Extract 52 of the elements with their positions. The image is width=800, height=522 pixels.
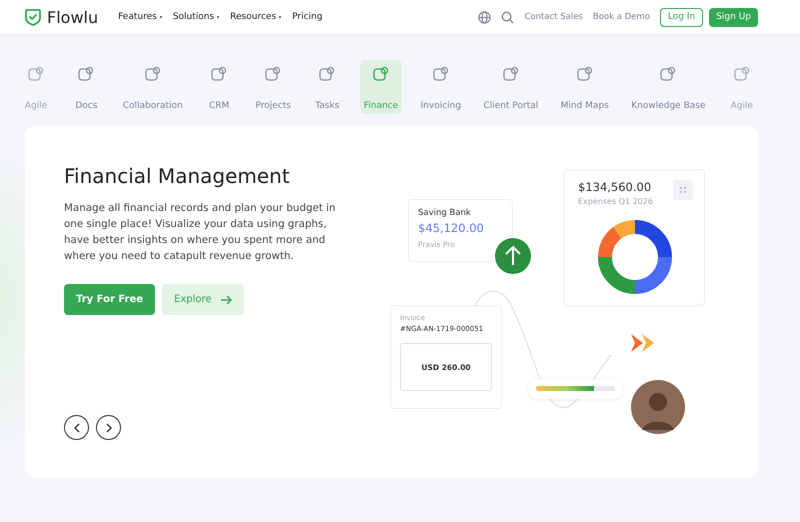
bank-amount: $45,120.00 <box>418 221 485 235</box>
app-icon <box>318 65 336 83</box>
contact-sales-link[interactable]: Contact Sales <box>524 12 583 22</box>
double-arrow-icon <box>631 334 655 352</box>
expenses-amount: $134,560.00 <box>578 180 652 194</box>
module-tab[interactable]: Client Portal <box>479 60 542 114</box>
next-button[interactable] <box>96 415 121 440</box>
previous-button[interactable] <box>64 415 89 440</box>
app-icon <box>432 65 450 83</box>
module-tab[interactable]: Tasks <box>309 60 346 114</box>
module-tab[interactable]: Mind Maps <box>556 60 613 114</box>
nav-link[interactable]: Features <box>118 12 162 22</box>
module-tab[interactable]: Projects <box>251 60 295 114</box>
nav-link[interactable]: Solutions <box>172 12 220 22</box>
app-icon <box>502 65 520 83</box>
search-icon[interactable] <box>501 10 514 24</box>
module-tab[interactable]: Docs <box>68 60 104 114</box>
module-tab[interactable]: Invoicing <box>416 60 466 114</box>
nav-link[interactable]: Pricing <box>292 12 322 22</box>
login-button[interactable]: Log In <box>660 8 704 26</box>
avatar-photo-placeholder <box>631 380 685 434</box>
app-icon <box>210 65 228 83</box>
grid-dots-icon[interactable] <box>673 180 693 200</box>
module-tab[interactable]: Agile <box>18 60 54 114</box>
app-icon <box>264 65 282 83</box>
book-demo-link[interactable]: Book a Demo <box>592 12 650 22</box>
logo-text[interactable]: Flowlu <box>47 8 98 26</box>
module-tab[interactable]: Finance <box>360 60 402 114</box>
module-tab[interactable]: Knowledge Base <box>627 60 710 114</box>
module-tab[interactable]: Collaboration <box>118 60 187 114</box>
try-free-button[interactable]: Try For Free <box>64 284 156 315</box>
bank-name: Saving Bank <box>418 208 472 218</box>
globe-icon[interactable] <box>478 10 492 24</box>
hero-title: Financial Management <box>64 164 291 188</box>
app-icon <box>659 65 678 83</box>
chevron-left-icon <box>72 422 80 432</box>
app-icon <box>576 65 594 83</box>
app-icon <box>27 65 45 83</box>
chevron-right-icon <box>104 422 112 432</box>
signup-button[interactable]: Sign Up <box>709 8 758 26</box>
expenses-subtitle: Expenses Q1 2026 <box>578 197 654 206</box>
app-icon <box>144 65 162 83</box>
explore-button[interactable]: Explore <box>162 284 244 315</box>
nav-link[interactable]: Resources <box>230 12 282 22</box>
module-tab[interactable]: CRM <box>201 60 238 114</box>
hero-description: Manage all financial records and plan your budget in one single place! Visualize your data using graphs, have better insights on where you spent more and where you need to catapult revenue growth. <box>64 201 337 264</box>
arrow-right-icon <box>220 294 232 306</box>
app-icon <box>732 65 751 83</box>
app-icon <box>77 65 96 83</box>
app-icon <box>372 65 390 83</box>
shield-check-icon[interactable] <box>24 8 42 26</box>
module-tab[interactable]: Agile <box>724 60 760 114</box>
